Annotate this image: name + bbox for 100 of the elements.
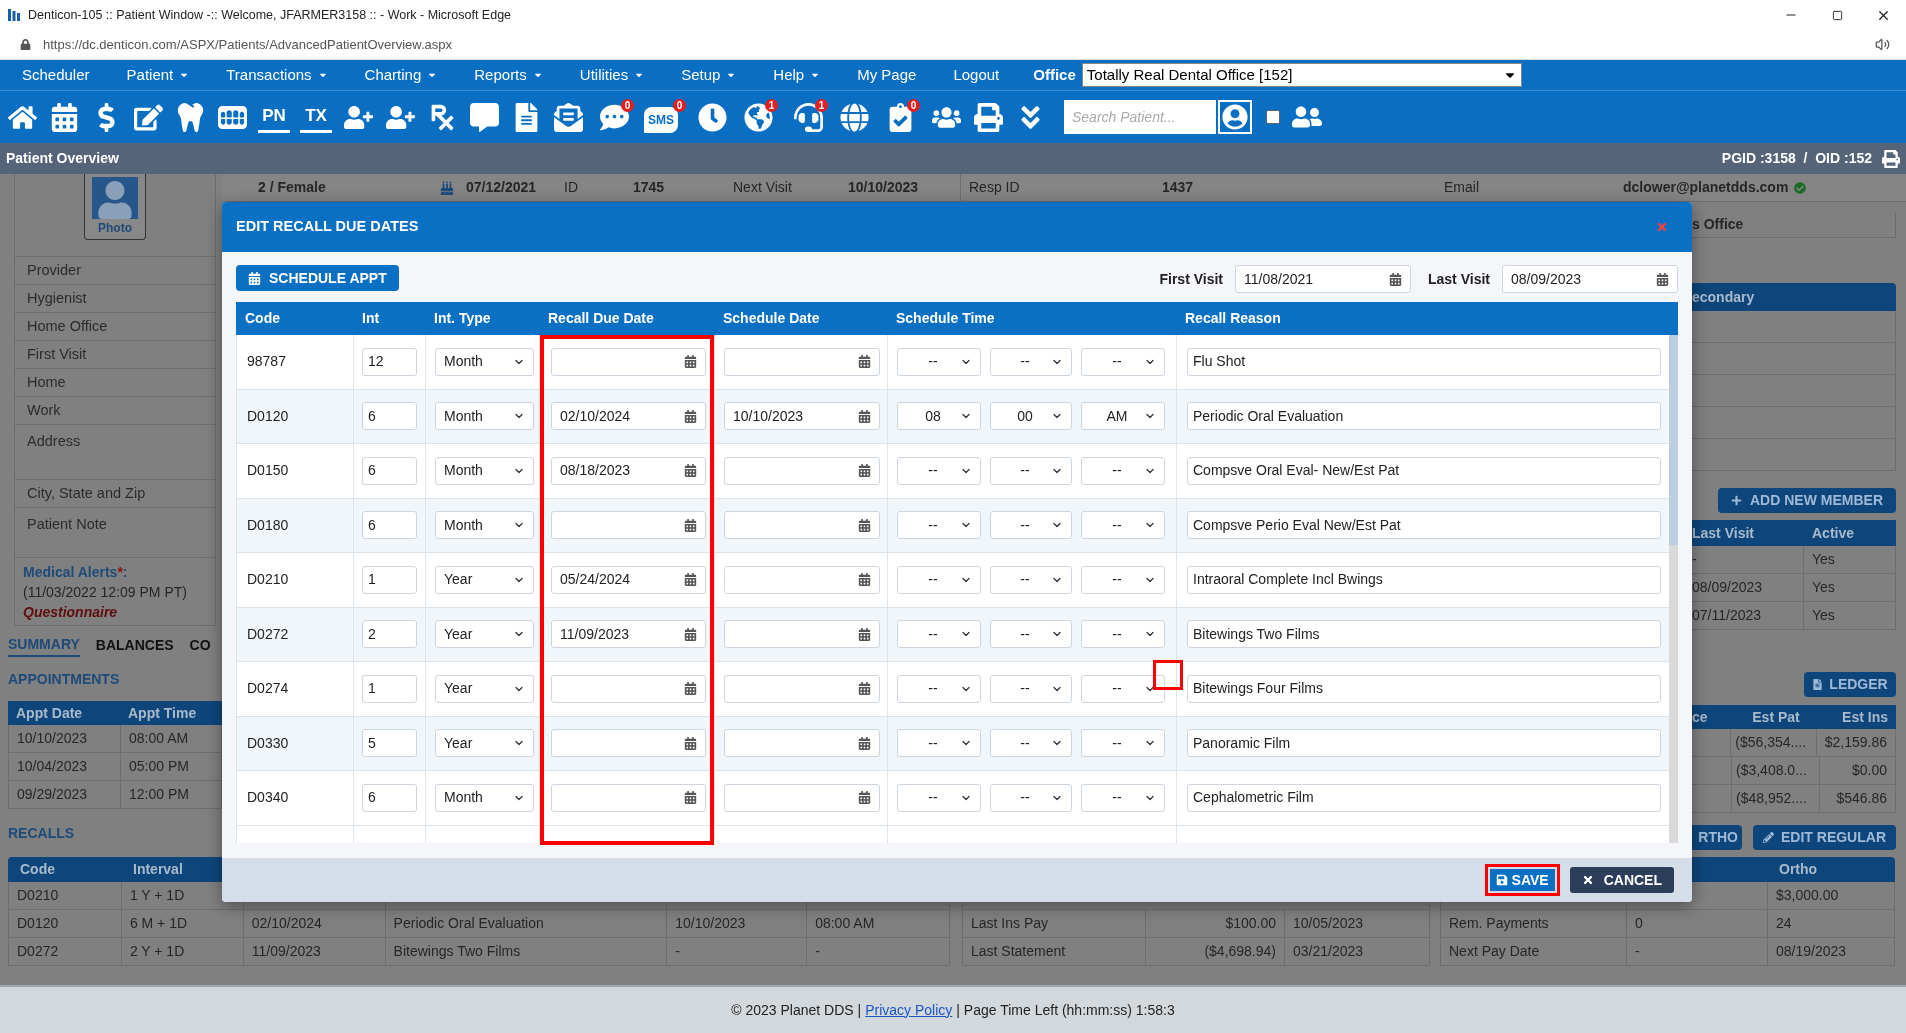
dropdown[interactable]: --: [990, 783, 1072, 812]
dropdown[interactable]: Month: [435, 347, 534, 376]
dropdown[interactable]: --: [990, 729, 1072, 758]
toolbar-button[interactable]: TX: [300, 101, 332, 133]
cancel-button[interactable]: CANCEL: [1569, 867, 1674, 893]
tab[interactable]: BALANCES: [95, 633, 174, 657]
dropdown[interactable]: --: [1081, 620, 1165, 649]
date-field[interactable]: [724, 565, 880, 594]
date-field[interactable]: [551, 511, 706, 540]
dropdown[interactable]: 00: [990, 402, 1072, 431]
office-select[interactable]: Totally Real Dental Office [152]: [1081, 63, 1522, 87]
input-field[interactable]: 1: [362, 565, 417, 594]
privacy-policy-link[interactable]: Privacy Policy: [865, 999, 953, 1021]
date-field[interactable]: 08/18/2023: [551, 456, 706, 485]
dropdown[interactable]: --: [990, 620, 1072, 649]
date-field[interactable]: 11/09/2023: [551, 620, 706, 649]
scrollbar[interactable]: [1669, 335, 1678, 843]
tab[interactable]: CO: [189, 633, 211, 657]
dropdown[interactable]: --: [1081, 347, 1165, 376]
add-member-button[interactable]: ADD NEW MEMBER: [1718, 488, 1896, 513]
menu-item[interactable]: Setup: [681, 63, 737, 87]
input-field[interactable]: 6: [362, 402, 417, 431]
dropdown[interactable]: AM: [1081, 402, 1165, 431]
input-field[interactable]: Compsve Oral Eval- New/Est Pat: [1187, 456, 1661, 485]
menu-item[interactable]: Utilities: [579, 63, 645, 87]
input-field[interactable]: 6: [362, 456, 417, 485]
dropdown[interactable]: --: [897, 674, 981, 703]
input-field[interactable]: 12: [362, 347, 417, 376]
date-field[interactable]: [724, 783, 880, 812]
date-field[interactable]: [724, 347, 880, 376]
dropdown[interactable]: --: [897, 620, 981, 649]
date-field[interactable]: [551, 729, 706, 758]
dropdown[interactable]: Month: [435, 456, 534, 485]
dropdown[interactable]: --: [897, 729, 981, 758]
input-field[interactable]: Bitewings Four Films: [1187, 674, 1661, 703]
input-field[interactable]: Periodic Oral Evaluation: [1187, 402, 1661, 431]
date-field[interactable]: 10/10/2023: [724, 402, 880, 431]
address-bar[interactable]: https://dc.denticon.com/ASPX/Patients/AdvancedPatientOverview.aspx: [43, 34, 452, 55]
dropdown[interactable]: --: [897, 511, 981, 540]
read-aloud-icon[interactable]: [1875, 37, 1890, 52]
schedule-appt-button[interactable]: SCHEDULE APPT: [236, 265, 399, 291]
input-field[interactable]: Cephalometric Film: [1187, 783, 1661, 812]
dropdown[interactable]: --: [1081, 565, 1165, 594]
dropdown[interactable]: 08: [897, 402, 981, 431]
input-field[interactable]: Intraoral Complete Incl Bwings: [1187, 565, 1661, 594]
menu-item[interactable]: Reports: [474, 63, 543, 87]
input-field[interactable]: Compsve Perio Eval New/Est Pat: [1187, 511, 1661, 540]
dropdown[interactable]: Month: [435, 783, 534, 812]
input-field[interactable]: 6: [362, 783, 417, 812]
dropdown[interactable]: --: [1081, 511, 1165, 540]
ortho-button[interactable]: RTHO: [1692, 825, 1742, 850]
dropdown[interactable]: --: [1081, 456, 1165, 485]
patient-search-button[interactable]: [1218, 100, 1252, 134]
menu-item[interactable]: Charting: [364, 63, 438, 87]
input-field[interactable]: 6: [362, 511, 417, 540]
input-field[interactable]: 2: [362, 620, 417, 649]
date-field[interactable]: 05/24/2024: [551, 565, 706, 594]
dropdown[interactable]: --: [990, 456, 1072, 485]
dropdown[interactable]: Year: [435, 729, 534, 758]
dropdown[interactable]: --: [990, 347, 1072, 376]
date-field[interactable]: [724, 620, 880, 649]
input-field[interactable]: Flu Shot: [1187, 347, 1661, 376]
dropdown[interactable]: --: [1081, 783, 1165, 812]
menu-item[interactable]: Scheduler: [22, 63, 90, 87]
input-field[interactable]: 1: [362, 674, 417, 703]
dropdown[interactable]: Year: [435, 674, 534, 703]
dropdown[interactable]: --: [990, 511, 1072, 540]
date-field[interactable]: [724, 674, 880, 703]
date-field[interactable]: [724, 511, 880, 540]
date-field[interactable]: [551, 674, 706, 703]
dropdown[interactable]: Year: [435, 565, 534, 594]
date-field[interactable]: 08/09/2023: [1502, 265, 1678, 293]
date-field[interactable]: [724, 729, 880, 758]
dropdown[interactable]: --: [897, 347, 981, 376]
dropdown[interactable]: --: [990, 565, 1072, 594]
menu-item[interactable]: Help: [773, 63, 821, 87]
dropdown[interactable]: --: [1081, 674, 1165, 703]
toolbar-button[interactable]: PN: [258, 101, 290, 133]
dropdown[interactable]: Month: [435, 511, 534, 540]
dropdown[interactable]: --: [990, 674, 1072, 703]
dropdown[interactable]: --: [897, 783, 981, 812]
menu-item[interactable]: Transactions: [226, 63, 328, 87]
dropdown[interactable]: --: [897, 456, 981, 485]
date-field[interactable]: 11/08/2021: [1235, 265, 1411, 293]
printer-icon[interactable]: [1882, 149, 1900, 168]
dropdown[interactable]: Year: [435, 620, 534, 649]
save-button[interactable]: SAVE: [1489, 869, 1555, 891]
menu-item[interactable]: Patient: [126, 63, 190, 87]
date-field[interactable]: 02/10/2024: [551, 402, 706, 431]
date-field[interactable]: [551, 347, 706, 376]
dropdown[interactable]: --: [1081, 729, 1165, 758]
input-field[interactable]: Bitewings Two Films: [1187, 620, 1661, 649]
dropdown[interactable]: --: [897, 565, 981, 594]
dropdown[interactable]: Month: [435, 402, 534, 431]
edit-regular-button[interactable]: EDIT REGULAR: [1753, 825, 1896, 850]
checkbox[interactable]: [1266, 110, 1280, 124]
input-field[interactable]: Panoramic Film: [1187, 729, 1661, 758]
menu-item[interactable]: My Page: [857, 63, 917, 87]
menu-item[interactable]: Logout: [953, 63, 1000, 87]
input-field[interactable]: 5: [362, 729, 417, 758]
